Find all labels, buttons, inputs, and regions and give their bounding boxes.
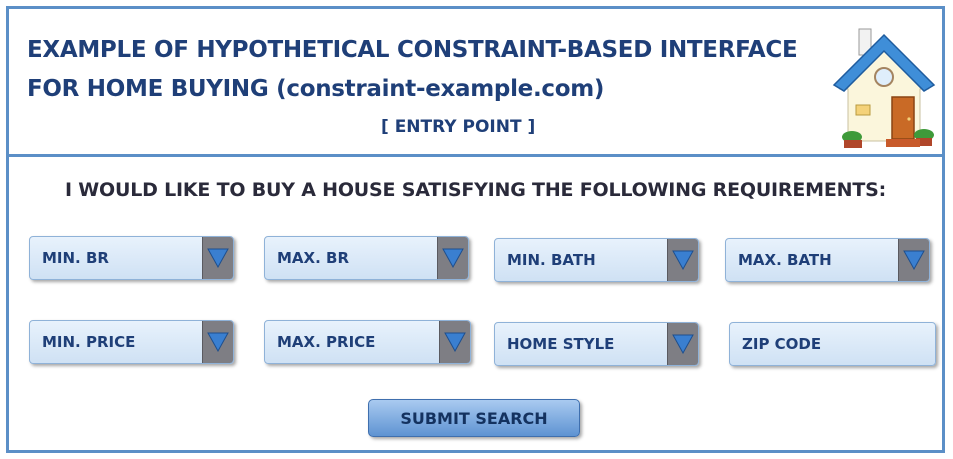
home-style-label: HOME STYLE bbox=[507, 335, 615, 353]
max-price-dropdown[interactable]: MAX. PRICE bbox=[264, 320, 471, 364]
chevron-down-icon[interactable] bbox=[202, 321, 233, 363]
title-line-2: FOR HOME BUYING (constraint-example.com) bbox=[27, 76, 605, 102]
max-br-label: MAX. BR bbox=[277, 249, 350, 267]
min-bath-dropdown[interactable]: MIN. BATH bbox=[494, 238, 699, 282]
min-br-label: MIN. BR bbox=[42, 249, 109, 267]
chevron-down-icon[interactable] bbox=[667, 239, 698, 281]
chevron-down-icon[interactable] bbox=[667, 323, 698, 365]
zip-code-field[interactable]: ZIP CODE bbox=[729, 322, 936, 366]
min-bath-label: MIN. BATH bbox=[507, 251, 596, 269]
chevron-down-icon[interactable] bbox=[898, 239, 929, 281]
max-price-label: MAX. PRICE bbox=[277, 333, 376, 351]
title-line-1: EXAMPLE OF HYPOTHETICAL CONSTRAINT-BASED… bbox=[27, 37, 798, 63]
max-bath-label: MAX. BATH bbox=[738, 251, 832, 269]
home-style-dropdown[interactable]: HOME STYLE bbox=[494, 322, 699, 366]
min-price-dropdown[interactable]: MIN. PRICE bbox=[29, 320, 234, 364]
chevron-down-icon[interactable] bbox=[202, 237, 233, 279]
form-frame: EXAMPLE OF HYPOTHETICAL CONSTRAINT-BASED… bbox=[6, 6, 945, 453]
house-icon bbox=[832, 28, 936, 148]
requirements-prompt: I WOULD LIKE TO BUY A HOUSE SATISFYING T… bbox=[65, 179, 886, 201]
min-br-dropdown[interactable]: MIN. BR bbox=[29, 236, 234, 280]
entry-point-label: [ ENTRY POINT ] bbox=[381, 117, 536, 137]
min-price-label: MIN. PRICE bbox=[42, 333, 136, 351]
zip-code-label: ZIP CODE bbox=[742, 335, 822, 353]
page-title: EXAMPLE OF HYPOTHETICAL CONSTRAINT-BASED… bbox=[27, 31, 827, 109]
chevron-down-icon[interactable] bbox=[437, 237, 468, 279]
max-bath-dropdown[interactable]: MAX. BATH bbox=[725, 238, 930, 282]
chevron-down-icon[interactable] bbox=[439, 321, 470, 363]
max-br-dropdown[interactable]: MAX. BR bbox=[264, 236, 469, 280]
submit-search-button[interactable]: SUBMIT SEARCH bbox=[368, 399, 580, 437]
header: EXAMPLE OF HYPOTHETICAL CONSTRAINT-BASED… bbox=[9, 9, 942, 157]
